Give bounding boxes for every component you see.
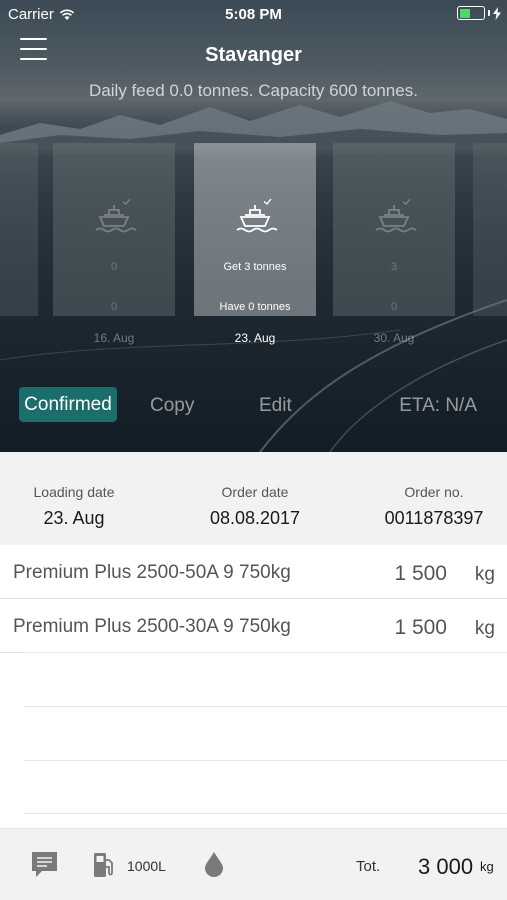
eta-label: ETA: N/A bbox=[399, 395, 477, 416]
week-date-label[interactable]: 30. Aug bbox=[333, 331, 455, 345]
order-date-label: Order date bbox=[221, 484, 289, 500]
status-time: 5:08 PM bbox=[225, 6, 282, 23]
order-date: Order date 08.08.2017 bbox=[195, 484, 315, 529]
order-items-list: Premium Plus 2500-50A 9 750kg 1 500 kg P… bbox=[0, 545, 507, 828]
order-number: Order no. 0011878397 bbox=[370, 484, 498, 529]
week-card-23-aug[interactable]: Get 3 tonnes Have 0 tonnes bbox=[194, 143, 316, 316]
week-card-30-aug[interactable]: 3 0 bbox=[333, 143, 455, 316]
page-subtitle: Daily feed 0.0 tonnes. Capacity 600 tonn… bbox=[89, 81, 418, 100]
item-name: Premium Plus 2500-50A 9 750kg bbox=[13, 562, 291, 583]
week-get-value: Get 3 tonnes bbox=[223, 261, 287, 273]
item-quantity: 1 500 bbox=[394, 616, 447, 639]
item-quantity: 1 500 bbox=[394, 562, 447, 585]
empty-row-divider bbox=[24, 813, 507, 814]
empty-row-divider bbox=[24, 652, 507, 653]
empty-row-divider bbox=[24, 760, 507, 761]
week-card-next-edge[interactable] bbox=[473, 143, 507, 316]
copy-button[interactable]: Copy bbox=[150, 395, 194, 417]
status-bar: Carrier 5:08 PM bbox=[0, 0, 507, 28]
week-have-value: Have 0 tonnes bbox=[219, 301, 291, 313]
week-have-value: 0 bbox=[110, 301, 118, 313]
total-unit: kg bbox=[480, 859, 494, 874]
week-date-label-selected[interactable]: 23. Aug bbox=[194, 331, 316, 345]
week-have-value: 0 bbox=[390, 301, 398, 313]
total-label: Tot. bbox=[356, 858, 381, 875]
battery-icon bbox=[457, 6, 485, 20]
boat-icon bbox=[375, 198, 417, 233]
edit-button[interactable]: Edit bbox=[259, 395, 292, 417]
order-number-value: 0011878397 bbox=[384, 508, 484, 528]
list-item[interactable]: Premium Plus 2500-30A 9 750kg 1 500 kg bbox=[0, 599, 507, 653]
fuel-amount: 1000L bbox=[127, 858, 166, 874]
item-unit: kg bbox=[474, 618, 495, 639]
fuel-pump-icon[interactable] bbox=[93, 852, 115, 878]
week-get-value: 3 bbox=[390, 261, 398, 273]
confirmed-button[interactable]: Confirmed bbox=[19, 387, 117, 422]
loading-date-label: Loading date bbox=[33, 484, 115, 500]
week-date-label[interactable]: 16. Aug bbox=[53, 331, 175, 345]
week-get-value: 0 bbox=[110, 261, 118, 273]
week-card-16-aug[interactable]: 0 0 bbox=[53, 143, 175, 316]
chat-bubble-icon[interactable] bbox=[31, 851, 58, 879]
header-hero: Carrier 5:08 PM Stavanger Daily feed 0.0… bbox=[0, 0, 507, 452]
total-value: 3 000 bbox=[418, 854, 474, 879]
item-name: Premium Plus 2500-30A 9 750kg bbox=[13, 616, 291, 637]
loading-date: Loading date 23. Aug bbox=[14, 484, 134, 529]
drop-icon[interactable] bbox=[204, 851, 224, 877]
page-title: Stavanger bbox=[205, 44, 302, 66]
order-info: Loading date 23. Aug Order date 08.08.20… bbox=[0, 452, 507, 545]
week-card-previous-edge[interactable] bbox=[0, 143, 38, 316]
loading-date-value: 23. Aug bbox=[43, 508, 105, 528]
item-unit: kg bbox=[474, 564, 495, 585]
boat-icon bbox=[236, 198, 278, 233]
boat-icon bbox=[95, 198, 137, 233]
charging-icon bbox=[493, 6, 501, 20]
empty-row-divider bbox=[24, 706, 507, 707]
battery-indicator bbox=[457, 6, 501, 20]
list-item[interactable]: Premium Plus 2500-50A 9 750kg 1 500 kg bbox=[0, 545, 507, 599]
footer-bar: 1000L Tot. 3 000 kg bbox=[0, 828, 507, 900]
order-number-label: Order no. bbox=[404, 484, 464, 500]
order-date-value: 08.08.2017 bbox=[209, 508, 301, 528]
